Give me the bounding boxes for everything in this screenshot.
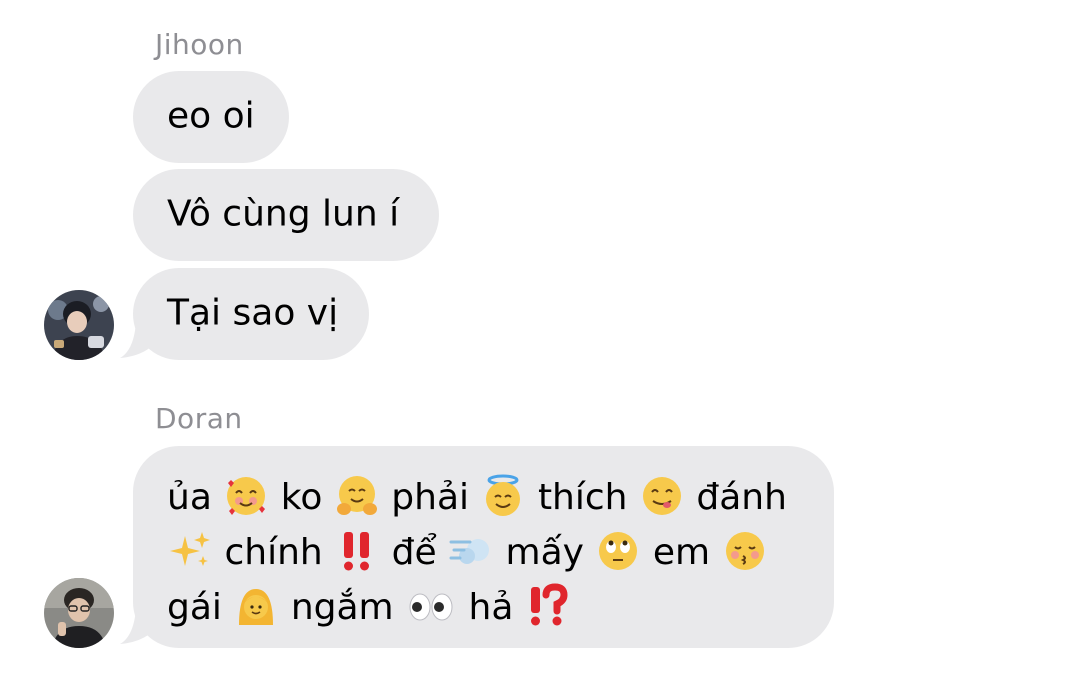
message-line: ủa ko phải thích đánh bbox=[167, 473, 787, 519]
message-thread: Jihoon eo oi Vô cùng lun í Tại sao vị Do… bbox=[0, 0, 1080, 678]
avatar-jihoon[interactable] bbox=[44, 290, 114, 360]
bubble-tail bbox=[120, 608, 156, 644]
message-word: thích bbox=[537, 477, 628, 518]
message-bubble[interactable]: Vô cùng lun í bbox=[133, 169, 439, 261]
message-word: ko bbox=[280, 477, 323, 518]
avatar-doran[interactable] bbox=[44, 578, 114, 648]
message-word: em bbox=[652, 532, 711, 573]
message-bubble[interactable]: eo oi bbox=[133, 71, 289, 163]
message-word: mấy bbox=[505, 532, 584, 573]
message-line: gái ngắm hả bbox=[167, 583, 571, 629]
sender-name-doran: Doran bbox=[155, 402, 243, 435]
bubble-tail bbox=[120, 322, 156, 358]
sparkles-icon bbox=[167, 528, 213, 574]
message-word: để bbox=[391, 532, 437, 573]
kissing-face-with-closed-eyes-icon bbox=[722, 528, 768, 574]
message-bubble[interactable]: ủa ko phải thích đánh chính để mấy em gá… bbox=[133, 446, 834, 648]
dashing-away-icon bbox=[448, 528, 494, 574]
message-bubble[interactable]: Tại sao vị bbox=[133, 268, 369, 360]
message-word: gái bbox=[167, 587, 222, 628]
message-line: chính để mấy em bbox=[167, 528, 768, 574]
face-savoring-food-icon bbox=[639, 473, 685, 519]
message-text: Vô cùng lun í bbox=[167, 193, 400, 235]
message-word: đánh bbox=[696, 477, 787, 518]
message-word: chính bbox=[224, 532, 323, 573]
message-text: eo oi bbox=[167, 95, 255, 137]
face-with-rolling-eyes-icon bbox=[595, 528, 641, 574]
message-word: hả bbox=[468, 587, 514, 628]
double-exclamation-icon bbox=[334, 528, 380, 574]
person-blond-hair-icon bbox=[233, 583, 279, 629]
message-text: Tại sao vị bbox=[167, 292, 339, 334]
smiling-face-with-hearts-icon bbox=[223, 473, 269, 519]
message-word: ủa bbox=[167, 477, 212, 518]
exclamation-question-mark-icon bbox=[525, 583, 571, 629]
message-word: ngắm bbox=[290, 587, 394, 628]
eyes-icon bbox=[405, 583, 457, 629]
hugging-face-icon bbox=[334, 473, 380, 519]
message-word: phải bbox=[391, 477, 470, 518]
smiling-face-with-halo-icon bbox=[480, 473, 526, 519]
sender-name-jihoon: Jihoon bbox=[155, 28, 244, 61]
